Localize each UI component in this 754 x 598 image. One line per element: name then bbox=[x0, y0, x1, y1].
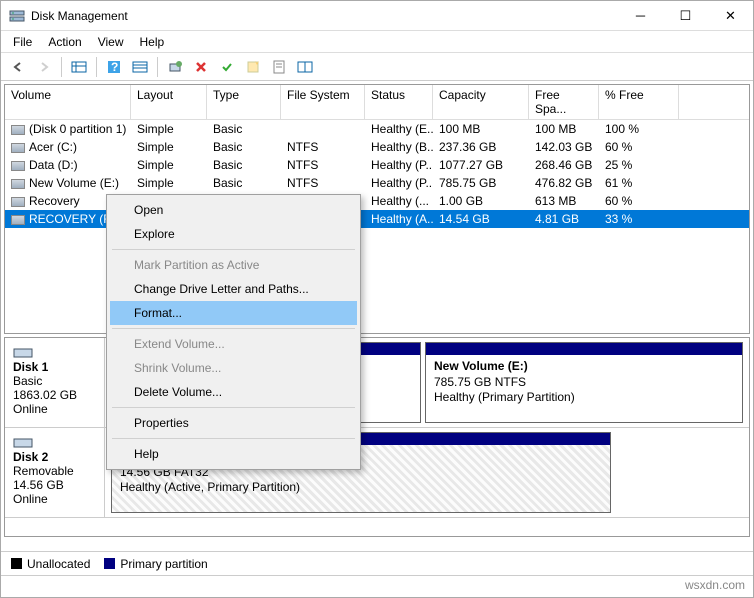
volume-row[interactable]: (Disk 0 partition 1)SimpleBasicHealthy (… bbox=[5, 120, 749, 138]
delete-icon[interactable] bbox=[190, 56, 212, 78]
disk-info[interactable]: Disk 2 Removable 14.56 GB Online bbox=[5, 428, 105, 517]
volume-row[interactable]: Data (D:)SimpleBasicNTFSHealthy (P...107… bbox=[5, 156, 749, 174]
ctx-help[interactable]: Help bbox=[110, 442, 357, 466]
menu-action[interactable]: Action bbox=[42, 33, 87, 51]
volume-icon bbox=[11, 215, 25, 225]
volume-icon bbox=[11, 161, 25, 171]
col-pctfree[interactable]: % Free bbox=[599, 85, 679, 119]
toolbar: ? bbox=[1, 53, 753, 81]
volume-icon bbox=[11, 179, 25, 189]
volume-row[interactable]: New Volume (E:)SimpleBasicNTFSHealthy (P… bbox=[5, 174, 749, 192]
properties-icon[interactable] bbox=[268, 56, 290, 78]
menu-help[interactable]: Help bbox=[134, 33, 171, 51]
ctx-format[interactable]: Format... bbox=[110, 301, 357, 325]
menubar: File Action View Help bbox=[1, 31, 753, 53]
help-icon[interactable]: ? bbox=[103, 56, 125, 78]
disk-icon bbox=[13, 346, 33, 360]
detail-view-icon[interactable] bbox=[129, 56, 151, 78]
volume-row[interactable]: Acer (C:)SimpleBasicNTFSHealthy (B...237… bbox=[5, 138, 749, 156]
col-free[interactable]: Free Spa... bbox=[529, 85, 599, 119]
column-headers: Volume Layout Type File System Status Ca… bbox=[5, 85, 749, 120]
legend-unallocated-swatch bbox=[11, 558, 22, 569]
check-icon[interactable] bbox=[216, 56, 238, 78]
col-filesystem[interactable]: File System bbox=[281, 85, 365, 119]
ctx-extend-volume: Extend Volume... bbox=[110, 332, 357, 356]
col-layout[interactable]: Layout bbox=[131, 85, 207, 119]
close-button[interactable]: ✕ bbox=[708, 1, 753, 30]
list-view-icon[interactable] bbox=[294, 56, 316, 78]
ctx-open[interactable]: Open bbox=[110, 198, 357, 222]
col-type[interactable]: Type bbox=[207, 85, 281, 119]
legend-primary-swatch bbox=[104, 558, 115, 569]
disk-info[interactable]: Disk 1 Basic 1863.02 GB Online bbox=[5, 338, 105, 427]
menu-view[interactable]: View bbox=[92, 33, 130, 51]
back-button[interactable] bbox=[7, 56, 29, 78]
refresh-icon[interactable] bbox=[164, 56, 186, 78]
ctx-shrink-volume: Shrink Volume... bbox=[110, 356, 357, 380]
volume-icon bbox=[11, 125, 25, 135]
context-menu: Open Explore Mark Partition as Active Ch… bbox=[106, 194, 361, 470]
ctx-properties[interactable]: Properties bbox=[110, 411, 357, 435]
disk-icon bbox=[13, 436, 33, 450]
app-icon bbox=[9, 8, 25, 24]
status-bar: wsxdn.com bbox=[1, 575, 753, 595]
volume-icon bbox=[11, 143, 25, 153]
partition-new-volume[interactable]: New Volume (E:) 785.75 GB NTFS Healthy (… bbox=[425, 342, 743, 423]
col-capacity[interactable]: Capacity bbox=[433, 85, 529, 119]
minimize-button[interactable]: ─ bbox=[618, 1, 663, 30]
maximize-button[interactable]: ☐ bbox=[663, 1, 708, 30]
volume-icon bbox=[11, 197, 25, 207]
menu-file[interactable]: File bbox=[7, 33, 38, 51]
svg-text:?: ? bbox=[111, 60, 118, 74]
legend: Unallocated Primary partition bbox=[1, 551, 753, 575]
ctx-mark-active: Mark Partition as Active bbox=[110, 253, 357, 277]
new-icon[interactable] bbox=[242, 56, 264, 78]
ctx-change-drive-letter[interactable]: Change Drive Letter and Paths... bbox=[110, 277, 357, 301]
col-volume[interactable]: Volume bbox=[5, 85, 131, 119]
forward-button[interactable] bbox=[33, 56, 55, 78]
ctx-delete-volume[interactable]: Delete Volume... bbox=[110, 380, 357, 404]
titlebar: Disk Management ─ ☐ ✕ bbox=[1, 1, 753, 31]
view-options-button[interactable] bbox=[68, 56, 90, 78]
window-title: Disk Management bbox=[31, 9, 128, 23]
col-status[interactable]: Status bbox=[365, 85, 433, 119]
ctx-explore[interactable]: Explore bbox=[110, 222, 357, 246]
